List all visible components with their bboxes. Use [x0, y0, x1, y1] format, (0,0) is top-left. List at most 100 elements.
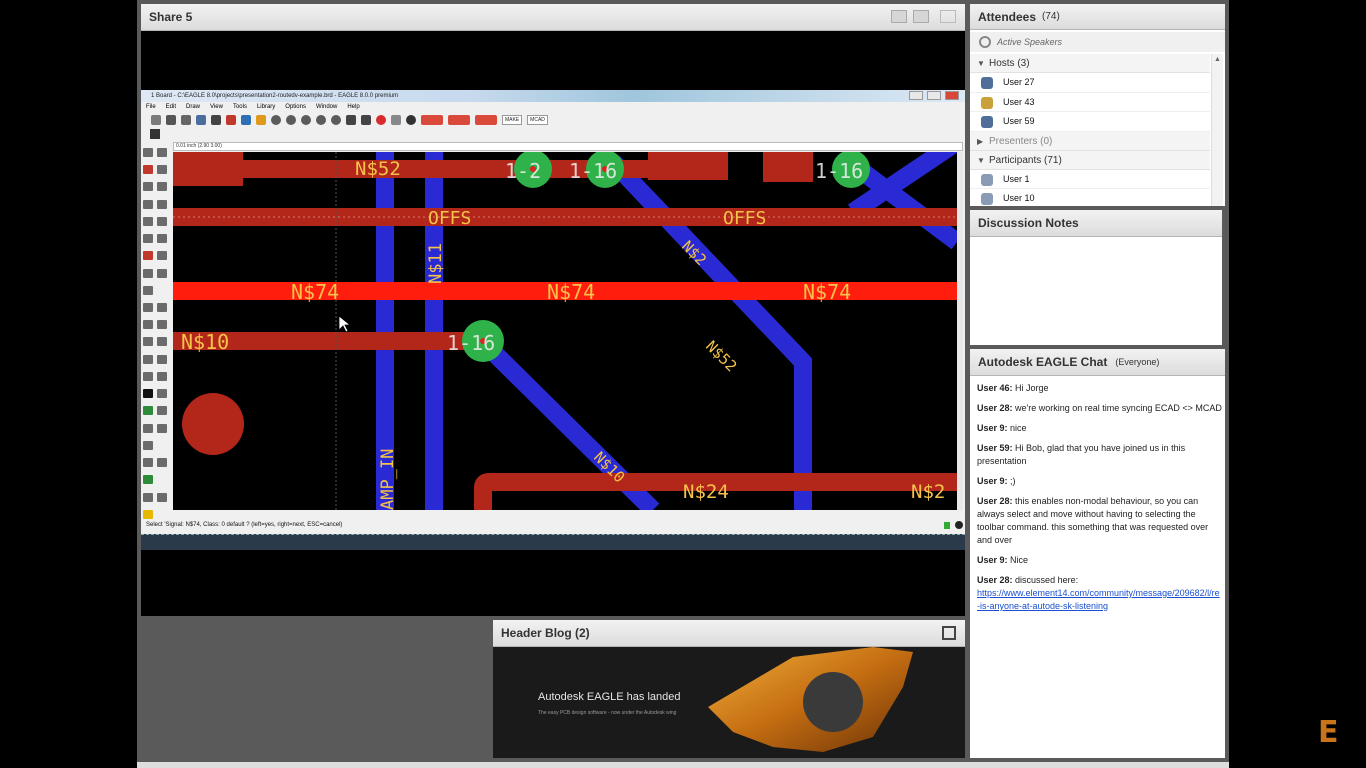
- erc-icon[interactable]: [448, 115, 470, 125]
- miter-tool-icon[interactable]: [157, 302, 167, 312]
- menu-edit[interactable]: Edit: [166, 102, 176, 112]
- menu-view[interactable]: View: [210, 102, 223, 112]
- canvas-vertical-scrollbar[interactable]: [957, 152, 963, 510]
- script-icon[interactable]: [241, 115, 251, 125]
- polygon-tool-icon[interactable]: [157, 389, 167, 399]
- attribute-tool-icon[interactable]: [157, 423, 167, 433]
- attendee-row[interactable]: User 27: [970, 73, 1210, 93]
- display-tool-icon[interactable]: [143, 165, 153, 175]
- smash-tool-icon[interactable]: [143, 302, 153, 312]
- chat-scope[interactable]: (Everyone): [1115, 357, 1159, 367]
- menu-library[interactable]: Library: [257, 102, 275, 112]
- close-icon[interactable]: [945, 91, 959, 100]
- show-tool-icon[interactable]: [157, 148, 167, 157]
- attendee-row[interactable]: User 1: [970, 170, 1210, 189]
- circle-tool-icon[interactable]: [143, 371, 153, 381]
- route-tool-icon[interactable]: [143, 320, 153, 330]
- help-icon[interactable]: [406, 115, 416, 125]
- attendee-row[interactable]: User 59: [970, 112, 1210, 132]
- redraw-icon[interactable]: [331, 115, 341, 125]
- ratsnest-tool-icon[interactable]: [143, 458, 153, 468]
- print-icon[interactable]: [181, 115, 191, 125]
- go-icon[interactable]: [391, 115, 401, 125]
- view-fit-icon[interactable]: [913, 10, 929, 23]
- fullscreen-icon[interactable]: [940, 10, 956, 23]
- save-icon[interactable]: [166, 115, 176, 125]
- open-icon[interactable]: [151, 115, 161, 125]
- rotate-tool-icon[interactable]: [157, 199, 167, 209]
- mirror-tool-icon[interactable]: [143, 199, 153, 209]
- mcad-button[interactable]: MCAD: [527, 115, 548, 125]
- via-tool-icon[interactable]: [143, 406, 153, 416]
- pcb-canvas[interactable]: N$52 OFFS OFFS N$74 N$74 N$74 N$10 N$24 …: [173, 152, 957, 510]
- scroll-up-icon[interactable]: ▲: [1214, 56, 1221, 63]
- zoom-out-icon[interactable]: [301, 115, 311, 125]
- text-tool-icon[interactable]: [157, 354, 167, 364]
- arc-tool-icon[interactable]: [157, 371, 167, 381]
- schematic-icon[interactable]: [226, 115, 236, 125]
- manufacturing-icon[interactable]: [475, 115, 497, 125]
- group-presenters[interactable]: ▶ Presenters (0): [970, 131, 1210, 151]
- errors-tool-icon[interactable]: [143, 475, 153, 485]
- pad-label: 1-16: [447, 331, 495, 355]
- rect-tool-icon[interactable]: [143, 389, 153, 399]
- attendee-row[interactable]: User 10: [970, 189, 1210, 206]
- undo-icon[interactable]: [346, 115, 356, 125]
- meander-tool-icon[interactable]: [157, 337, 167, 347]
- minimize-icon[interactable]: [909, 91, 923, 100]
- board-icon[interactable]: [211, 115, 221, 125]
- menu-help[interactable]: Help: [347, 102, 359, 112]
- stop-icon[interactable]: [376, 115, 386, 125]
- net-label: N$74: [291, 280, 339, 304]
- grid-icon[interactable]: [150, 129, 160, 139]
- wire-tool-icon[interactable]: [143, 354, 153, 364]
- lock-tool-icon[interactable]: [143, 285, 153, 295]
- slice-tool-icon[interactable]: [143, 337, 153, 347]
- blog-banner-image[interactable]: Autodesk EAGLE has landed The easy PCB d…: [493, 647, 965, 758]
- redo-icon[interactable]: [361, 115, 371, 125]
- optimize-tool-icon[interactable]: [157, 268, 167, 278]
- fullscreen-icon[interactable]: [942, 626, 956, 640]
- make-button[interactable]: MAKE: [502, 115, 523, 125]
- change-tool-icon[interactable]: [157, 216, 167, 226]
- signal-tool-icon[interactable]: [157, 406, 167, 416]
- mark-tool-icon[interactable]: [157, 165, 167, 175]
- view-normal-icon[interactable]: [891, 10, 907, 23]
- attendee-list-scrollbar[interactable]: ▲: [1211, 54, 1223, 206]
- chat-link[interactable]: https://www.element14.com/community/mess…: [977, 588, 1220, 611]
- coordinate-readout[interactable]: 0.01 inch (2.90 3.00): [173, 142, 963, 151]
- copy-tool-icon[interactable]: [157, 182, 167, 192]
- add-tool-icon[interactable]: [143, 251, 153, 261]
- autorouter-tool-icon[interactable]: [157, 458, 167, 468]
- drc-icon[interactable]: [421, 115, 443, 125]
- menu-window[interactable]: Window: [316, 102, 337, 112]
- dimension-tool-icon[interactable]: [143, 440, 153, 450]
- menu-options[interactable]: Options: [285, 102, 306, 112]
- cam-icon[interactable]: [196, 115, 206, 125]
- ripup-tool-icon[interactable]: [157, 320, 167, 330]
- split-tool-icon[interactable]: [143, 268, 153, 278]
- menu-file[interactable]: File: [146, 102, 156, 112]
- group-tool-icon[interactable]: [143, 216, 153, 226]
- eagle-menubar: File Edit Draw View Tools Library Option…: [141, 102, 965, 112]
- delete-tool-icon[interactable]: [143, 234, 153, 244]
- maximize-icon[interactable]: [927, 91, 941, 100]
- drc-tool-icon[interactable]: [157, 492, 167, 502]
- group-participants[interactable]: ▼ Participants (71): [970, 150, 1210, 170]
- menu-tools[interactable]: Tools: [233, 102, 247, 112]
- group-hosts[interactable]: ▼ Hosts (3): [970, 54, 1210, 73]
- stop-command-icon[interactable]: [955, 521, 963, 529]
- ulp-icon[interactable]: [256, 115, 266, 125]
- warning-tool-icon[interactable]: [143, 509, 153, 519]
- menu-draw[interactable]: Draw: [186, 102, 200, 112]
- attendee-row[interactable]: User 43: [970, 93, 1210, 112]
- zoom-select-icon[interactable]: [316, 115, 326, 125]
- zoom-fit-icon[interactable]: [271, 115, 281, 125]
- wrench-tool-icon[interactable]: [157, 234, 167, 244]
- info-tool-icon[interactable]: [143, 148, 153, 157]
- zoom-in-icon[interactable]: [286, 115, 296, 125]
- erc-tool-icon[interactable]: [143, 492, 153, 502]
- move-tool-icon[interactable]: [143, 182, 153, 192]
- replace-tool-icon[interactable]: [157, 251, 167, 261]
- hole-tool-icon[interactable]: [143, 423, 153, 433]
